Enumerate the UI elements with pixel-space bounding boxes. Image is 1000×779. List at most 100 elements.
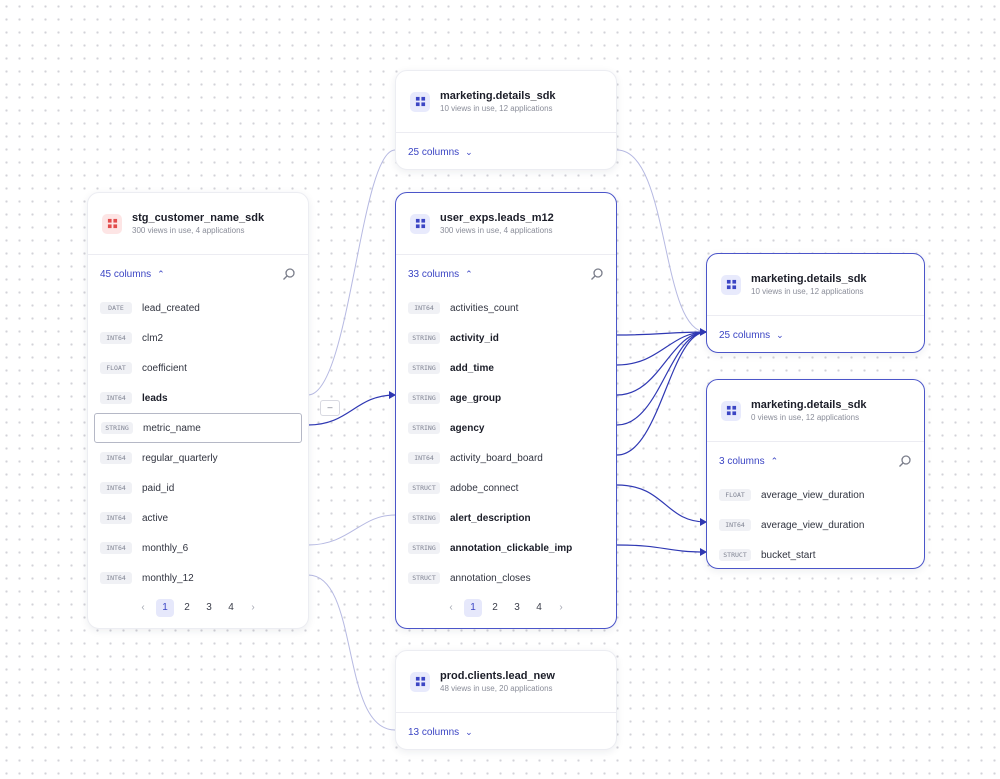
collapse-edge-button[interactable]: – (320, 400, 340, 416)
chevron-up-icon: ⌃ (465, 268, 473, 279)
column-name: add_time (450, 362, 494, 374)
page-button-1[interactable]: 1 (464, 599, 482, 617)
columns-toggle[interactable]: 25 columns ⌄ (707, 316, 924, 352)
table-card-stg-customer[interactable]: stg_customer_name_sdk 300 views in use, … (87, 192, 309, 629)
column-row[interactable]: INT64 active (94, 503, 302, 533)
column-row[interactable]: FLOAT average_view_duration (713, 480, 918, 510)
column-row[interactable]: STRING annotation_clickable_imp (402, 533, 610, 563)
columns-count: 33 columns (408, 268, 460, 280)
chevron-down-icon: ⌄ (776, 329, 784, 340)
table-meta: 10 views in use, 12 applications (751, 287, 864, 296)
edge (616, 331, 707, 396)
card-header: marketing.details_sdk 10 views in use, 1… (707, 254, 924, 316)
column-name: coefficient (142, 362, 187, 374)
search-icon[interactable] (898, 454, 912, 468)
column-name: monthly_12 (142, 572, 194, 584)
page-button-4[interactable]: 4 (530, 599, 548, 617)
columns-toggle[interactable]: 33 columns ⌃ (396, 255, 616, 293)
column-row[interactable]: INT64 leads (94, 383, 302, 413)
table-card-prod-clients-lead[interactable]: prod.clients.lead_new 48 views in use, 2… (395, 650, 617, 750)
table-name: user_exps.leads_m12 (440, 212, 554, 224)
column-row[interactable]: INT64 monthly_6 (94, 533, 302, 563)
data-type-badge: DATE (100, 302, 132, 314)
chevron-down-icon: ⌄ (465, 146, 473, 157)
column-name: alert_description (450, 512, 531, 524)
columns-toggle[interactable]: 25 columns ⌄ (396, 133, 616, 169)
column-row[interactable]: STRUCT annotation_closes (402, 563, 610, 593)
page-button-1[interactable]: 1 (156, 599, 174, 617)
table-card-marketing-details-columns[interactable]: marketing.details_sdk 0 views in use, 12… (706, 379, 925, 569)
next-page-button[interactable]: › (244, 599, 262, 617)
data-type-badge: STRUCT (719, 549, 751, 561)
column-row[interactable]: STRING agency (402, 413, 610, 443)
data-type-badge: STRING (408, 362, 440, 374)
search-icon[interactable] (282, 267, 296, 281)
column-name: average_view_duration (761, 519, 865, 531)
column-row[interactable]: INT64 paid_id (94, 473, 302, 503)
search-icon[interactable] (590, 267, 604, 281)
table-meta: 300 views in use, 4 applications (132, 226, 245, 235)
table-meta: 48 views in use, 20 applications (440, 684, 553, 693)
prev-page-button[interactable]: ‹ (442, 599, 460, 617)
columns-count: 13 columns (408, 726, 460, 738)
card-header: prod.clients.lead_new 48 views in use, 2… (396, 651, 616, 713)
column-row[interactable]: INT64 monthly_12 (94, 563, 302, 593)
next-page-button[interactable]: › (552, 599, 570, 617)
data-type-badge: STRUCT (408, 482, 440, 494)
data-type-badge: INT64 (100, 332, 132, 344)
data-type-badge: STRING (408, 332, 440, 344)
table-card-user-exps-leads[interactable]: user_exps.leads_m12 300 views in use, 4 … (395, 192, 617, 629)
columns-toggle[interactable]: 3 columns ⌃ (707, 442, 924, 480)
column-row[interactable]: INT64 average_view_duration (713, 510, 918, 540)
prev-page-button[interactable]: ‹ (134, 599, 152, 617)
column-name: activities_count (450, 302, 519, 314)
edge (616, 331, 707, 336)
edge (616, 544, 707, 553)
page-button-4[interactable]: 4 (222, 599, 240, 617)
column-row[interactable]: FLOAT coefficient (94, 353, 302, 383)
columns-toggle[interactable]: 45 columns ⌃ (88, 255, 308, 293)
column-row[interactable]: INT64 regular_quarterly (94, 443, 302, 473)
card-header: user_exps.leads_m12 300 views in use, 4 … (396, 193, 616, 255)
page-button-3[interactable]: 3 (508, 599, 526, 617)
column-name: metric_name (143, 422, 201, 434)
column-row[interactable]: INT64 activities_count (402, 293, 610, 323)
page-button-2[interactable]: 2 (178, 599, 196, 617)
edge-faint (307, 574, 396, 731)
page-button-2[interactable]: 2 (486, 599, 504, 617)
column-name: regular_quarterly (142, 452, 218, 464)
data-type-badge: INT64 (100, 452, 132, 464)
card-header: marketing.details_sdk 10 views in use, 1… (396, 71, 616, 133)
column-row[interactable]: INT64 activity_board_board (402, 443, 610, 473)
pagination: ‹ 1 2 3 4 › (88, 593, 308, 623)
column-name: leads (142, 392, 168, 404)
table-card-marketing-details-right[interactable]: marketing.details_sdk 10 views in use, 1… (706, 253, 925, 353)
table-meta: 0 views in use, 12 applications (751, 413, 860, 422)
table-icon (721, 274, 741, 295)
page-button-3[interactable]: 3 (200, 599, 218, 617)
column-row[interactable]: STRING activity_id (402, 323, 610, 353)
column-row[interactable]: STRUCT bucket_start (713, 540, 918, 568)
column-row[interactable]: INT64 clm2 (94, 323, 302, 353)
data-type-badge: INT64 (408, 302, 440, 314)
column-name: monthly_6 (142, 542, 189, 554)
columns-count: 3 columns (719, 455, 765, 467)
table-card-marketing-details-top[interactable]: marketing.details_sdk 10 views in use, 1… (395, 70, 617, 170)
column-name: agency (450, 422, 485, 434)
table-name: marketing.details_sdk (751, 399, 867, 411)
column-row[interactable]: STRING alert_description (402, 503, 610, 533)
table-icon (410, 91, 430, 112)
column-row[interactable]: STRING age_group (402, 383, 610, 413)
column-row[interactable]: STRING add_time (402, 353, 610, 383)
column-row-selected[interactable]: STRING metric_name (94, 413, 302, 443)
column-row[interactable]: STRUCT adobe_connect (402, 473, 610, 503)
columns-toggle[interactable]: 13 columns ⌄ (396, 713, 616, 749)
column-row[interactable]: DATE lead_created (94, 293, 302, 323)
table-icon (102, 213, 122, 234)
column-name: lead_created (142, 302, 200, 314)
columns-count: 25 columns (408, 146, 460, 158)
column-name: activity_board_board (450, 452, 543, 464)
column-name: age_group (450, 392, 502, 404)
table-icon (410, 671, 430, 692)
column-name: annotation_closes (450, 572, 531, 584)
